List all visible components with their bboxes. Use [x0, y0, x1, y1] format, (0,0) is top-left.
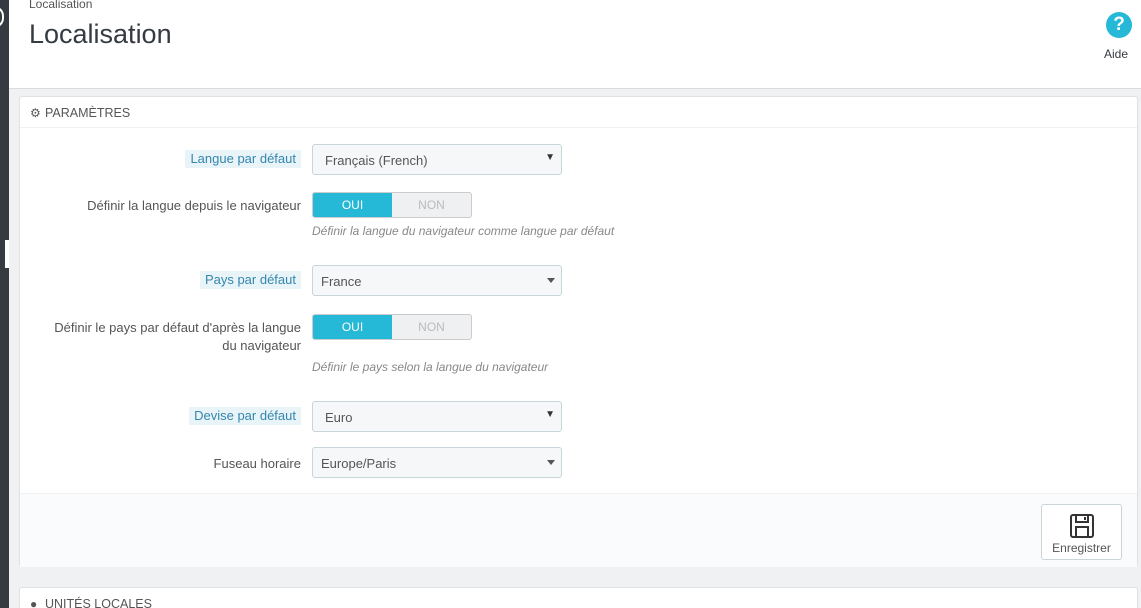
panel-heading-label: Unités locales [45, 597, 152, 608]
local-units-panel: ● Unités locales [19, 587, 1138, 608]
default-language-value: Français (French) [325, 153, 428, 168]
timezone-value: Europe/Paris [321, 456, 397, 471]
caret-down-icon: ▼ [545, 152, 555, 163]
timezone-label: Fuseau horaire [213, 456, 301, 471]
default-language-select[interactable]: Français (French) ▼ [312, 144, 562, 175]
caret-down-icon [547, 278, 555, 283]
country-from-browser-switch[interactable]: OUI NON [312, 314, 472, 340]
browser-language-switch[interactable]: OUI NON [312, 192, 472, 218]
panel-heading: ⚙ Paramètres [20, 97, 1137, 128]
country-from-browser-label-line1: Définir le pays par défaut d'après la la… [54, 320, 301, 335]
country-from-browser-label: Définir le pays par défaut d'après la la… [54, 319, 301, 355]
breadcrumb[interactable]: Localisation [29, 0, 92, 11]
panel-heading-label: Paramètres [45, 106, 131, 120]
help-button[interactable]: ? Aide [1104, 12, 1133, 61]
switch-no-option[interactable]: NON [392, 315, 471, 339]
left-sidebar-edge [0, 0, 9, 608]
caret-down-icon [547, 460, 555, 465]
cogs-icon: ⚙ [30, 106, 41, 120]
panel-footer: Enregistrer [20, 493, 1137, 567]
save-button-label: Enregistrer [1052, 541, 1111, 555]
default-currency-select[interactable]: Euro ▼ [312, 401, 562, 432]
sidebar-toggle-handle[interactable] [5, 240, 9, 268]
page-header: Localisation Localisation ? Aide [9, 0, 1141, 89]
floppy-disk-icon [1069, 514, 1094, 538]
country-from-browser-label-line2: du navigateur [222, 338, 301, 353]
default-country-label: Pays par défaut [199, 271, 301, 289]
browser-language-label: Définir la langue depuis le navigateur [87, 198, 301, 213]
default-currency-value: Euro [325, 410, 353, 425]
save-button[interactable]: Enregistrer [1041, 504, 1122, 560]
default-language-label: Langue par défaut [185, 150, 301, 168]
help-label: Aide [1103, 47, 1129, 61]
sidebar-arc-icon [0, 6, 4, 28]
globe-icon: ● [30, 597, 38, 608]
default-currency-label: Devise par défaut [189, 407, 301, 425]
browser-language-hint: Définir la langue du navigateur comme la… [312, 224, 615, 238]
switch-yes-option[interactable]: OUI [313, 315, 392, 339]
default-country-value: France [321, 274, 362, 289]
timezone-select[interactable]: Europe/Paris [312, 447, 562, 478]
switch-yes-option[interactable]: OUI [313, 193, 392, 217]
default-country-select[interactable]: France [312, 265, 562, 296]
panel-heading: ● Unités locales [20, 588, 1137, 608]
settings-panel: ⚙ Paramètres Langue par défaut Français (… [19, 96, 1138, 567]
switch-no-option[interactable]: NON [392, 193, 471, 217]
country-from-browser-hint: Définir le pays selon la langue du navig… [312, 360, 549, 374]
page-title: Localisation [29, 19, 172, 49]
question-circle-icon: ? [1106, 12, 1132, 38]
caret-down-icon: ▼ [545, 409, 555, 420]
